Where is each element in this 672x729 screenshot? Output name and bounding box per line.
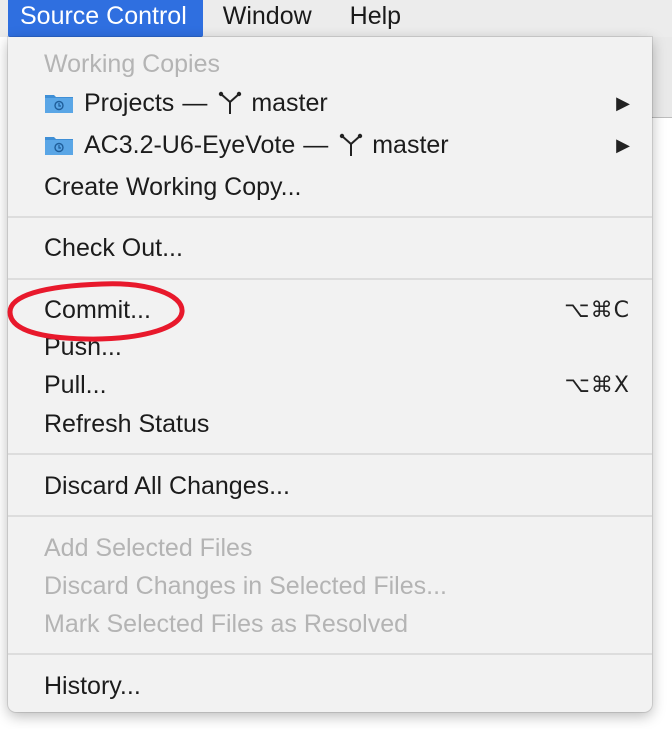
submenu-arrow-icon: ▶ <box>616 134 630 156</box>
menu-item-mark-resolved[interactable]: Mark Selected Files as Resolved <box>8 605 652 643</box>
menu-item-check-out[interactable]: Check Out... <box>8 229 652 267</box>
folder-icon <box>44 92 74 114</box>
menu-item-discard-changes-selected[interactable]: Discard Changes in Selected Files... <box>8 567 652 605</box>
menu-item-push[interactable]: Push... <box>8 330 652 356</box>
menu-separator <box>8 653 652 655</box>
menu-item-repo-eyevote[interactable]: AC3.2-U6-EyeVote — master ▶ <box>8 126 652 164</box>
branch-name: master <box>372 130 449 159</box>
menu-separator <box>8 453 652 455</box>
branch-icon <box>338 132 364 158</box>
menubar-help[interactable]: Help <box>330 0 419 37</box>
menu-bar: Source Control Window Help <box>0 0 672 37</box>
branch-icon <box>217 90 243 116</box>
repo-name: Projects <box>84 88 175 117</box>
menu-separator <box>8 515 652 517</box>
menu-item-history[interactable]: History... <box>8 667 652 705</box>
commit-shortcut: ⌥⌘C <box>564 297 630 323</box>
menu-item-commit[interactable]: Commit... ⌥⌘C <box>8 291 652 329</box>
menu-item-add-selected-files[interactable]: Add Selected Files <box>8 529 652 567</box>
repo-dash: — <box>303 130 329 159</box>
menu-item-pull[interactable]: Pull... ⌥⌘X <box>8 366 652 404</box>
screenshot-stage: Source Control Window Help Working Copie… <box>0 0 672 729</box>
repo-dash: — <box>182 88 208 117</box>
menu-item-discard-all-changes[interactable]: Discard All Changes... <box>8 467 652 505</box>
menu-item-create-working-copy[interactable]: Create Working Copy... <box>8 168 652 206</box>
branch-name: master <box>251 88 328 117</box>
commit-label: Commit... <box>44 295 151 324</box>
menubar-window[interactable]: Window <box>203 0 330 37</box>
working-copies-header: Working Copies <box>44 49 221 78</box>
submenu-arrow-icon: ▶ <box>616 92 630 114</box>
folder-icon <box>44 134 74 156</box>
pull-shortcut: ⌥⌘X <box>564 372 630 398</box>
pull-label: Pull... <box>44 370 107 399</box>
menu-item-refresh-status[interactable]: Refresh Status <box>8 405 652 443</box>
menu-item-repo-projects[interactable]: Projects — master ▶ <box>8 84 652 122</box>
menu-separator <box>8 278 652 280</box>
repo-name: AC3.2-U6-EyeVote <box>84 130 296 159</box>
menu-separator <box>8 216 652 218</box>
menubar-source-control[interactable]: Source Control <box>8 0 203 37</box>
source-control-menu: Working Copies Projects — master ▶ AC3.2… <box>8 37 652 712</box>
